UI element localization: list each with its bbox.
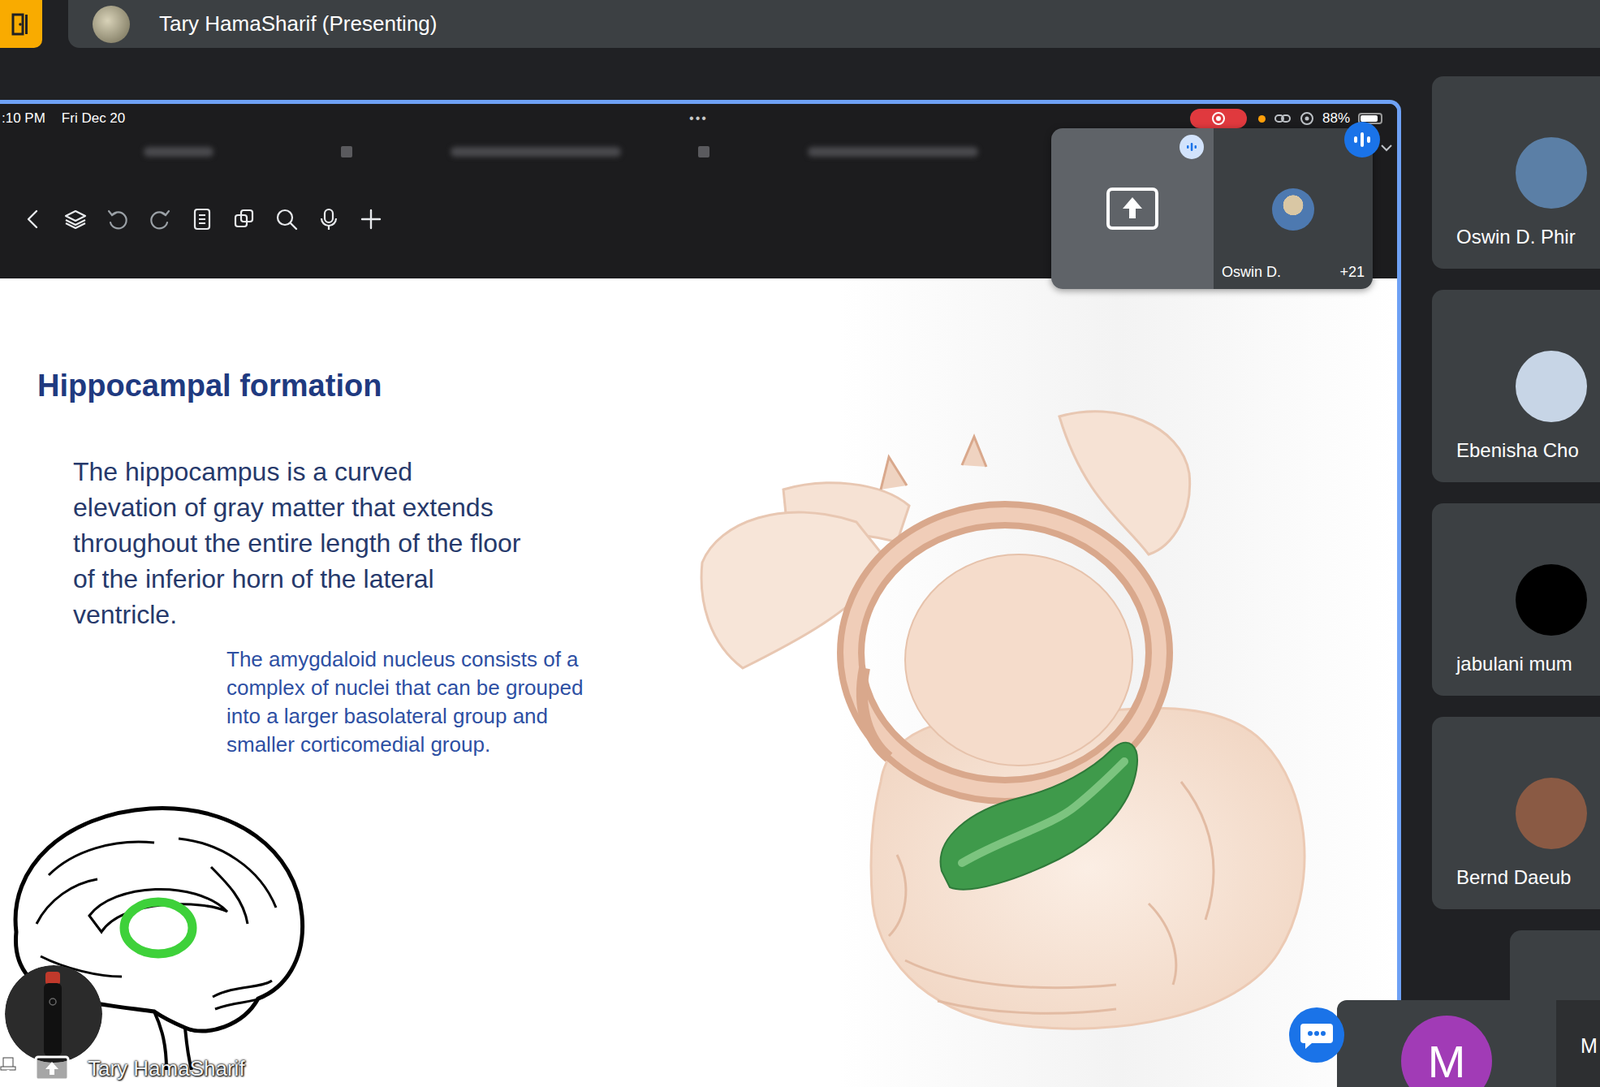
document-tab[interactable]: [714, 133, 1072, 171]
status-date: Fri Dec 20: [61, 110, 126, 127]
battery-percent: 88%: [1322, 110, 1350, 127]
mic-in-use-dot: [1258, 115, 1266, 123]
copy-icon[interactable]: [232, 207, 257, 232]
document-tab[interactable]: [0, 133, 358, 171]
status-clock: :10 PM Fri Dec 20: [0, 110, 690, 127]
bottom-tiles: MM: [1336, 1000, 1600, 1087]
chat-icon[interactable]: [1289, 1007, 1345, 1063]
tab-close-icon[interactable]: [698, 146, 710, 158]
participant-tile[interactable]: Oswin D. Phir: [1431, 76, 1600, 269]
participant-tile[interactable]: M: [1336, 1000, 1557, 1087]
participant-name: Bernd Daeub: [1456, 865, 1571, 890]
meet-floating-panel[interactable]: Oswin D. +21: [1051, 128, 1373, 289]
participant-name: Oswin D. Phir: [1456, 224, 1576, 250]
presentation-slide: Hippocampal formation The hippocampus is …: [0, 278, 1398, 1087]
participant-avatar: [1515, 564, 1588, 636]
document-icon[interactable]: [189, 207, 215, 232]
participant-tile[interactable]: M: [1556, 1000, 1600, 1087]
plus-icon[interactable]: [358, 207, 384, 232]
microphone-photo-icon: [4, 965, 103, 1063]
participant-name: Oswin D.: [1221, 263, 1281, 281]
slide-title: Hippocampal formation: [37, 366, 1398, 406]
audio-level-icon: [1344, 121, 1381, 158]
record-icon: [1211, 111, 1226, 126]
link-icon: [1273, 112, 1292, 126]
presenter-video: [4, 965, 103, 1063]
redo-icon[interactable]: [147, 207, 173, 232]
participant-avatar: [1515, 137, 1588, 209]
blurred-tab-label: [143, 146, 214, 157]
participant-initial: M: [1401, 1015, 1493, 1087]
undo-icon[interactable]: [105, 207, 130, 232]
door-icon: [10, 12, 32, 37]
participant-avatar: [1515, 777, 1588, 850]
body-line: The hippocampus is a curved: [73, 453, 1398, 490]
share-screen-icon[interactable]: [1105, 186, 1160, 231]
note-line: The amygdaloid nucleus consists of a: [226, 645, 1398, 674]
present-screen-icon[interactable]: [34, 1054, 70, 1083]
collapse-chevron-icon[interactable]: [1380, 142, 1393, 153]
participant-name: Ebenisha Cho: [1456, 438, 1579, 463]
status-time: :10 PM: [1, 110, 46, 127]
participant-tile[interactable]: jabulani mum: [1431, 503, 1600, 696]
participant-count: +21: [1339, 263, 1365, 281]
blurred-tab-label: [450, 146, 622, 157]
participant-sidebar: Oswin D. Phir Ebenisha Cho jabulani mum Ber…: [1431, 76, 1600, 1028]
presenting-tile: [1051, 128, 1214, 289]
participant-tile[interactable]: Bernd Daeub: [1431, 716, 1600, 910]
participant-footer: Oswin D. +21: [1213, 263, 1373, 281]
presenter-controls: Tary HamaSharif: [0, 1054, 251, 1083]
hippocampus-illustration: [694, 400, 1328, 1034]
recording-indicator: [1190, 108, 1247, 129]
presenter-self-view: Tary HamaSharif: [0, 965, 341, 1087]
tab-close-icon[interactable]: [340, 146, 353, 158]
presenting-label: Tary HamaSharif (Presenting): [159, 11, 437, 37]
participant-avatar: [1272, 188, 1315, 231]
presenting-banner: Tary HamaSharif (Presenting): [68, 0, 1600, 48]
top-bar: Tary HamaSharif (Presenting): [0, 0, 1600, 49]
shared-screen: :10 PM Fri Dec 20 ••• 88% Hippocampal format…: [0, 99, 1402, 1087]
meet-window: Tary HamaSharif (Presenting) :10 PM Fri De…: [0, 0, 1600, 1087]
battery-fill: [1360, 115, 1378, 122]
participant-avatar: [1515, 350, 1588, 423]
pin-icon[interactable]: [0, 1056, 17, 1081]
document-tab[interactable]: [357, 133, 715, 171]
back-icon[interactable]: [21, 207, 46, 232]
stage: :10 PM Fri Dec 20 ••• 88% Hippocampal format…: [0, 48, 1600, 1087]
presenter-name: Tary HamaSharif: [87, 1056, 251, 1082]
participant-name: M: [1580, 1034, 1598, 1058]
leave-icon[interactable]: [0, 0, 43, 48]
presenter-avatar: [92, 5, 130, 44]
multitask-dots[interactable]: •••: [689, 111, 708, 126]
microphone-icon[interactable]: [316, 207, 341, 232]
participant-tile[interactable]: Ebenisha Cho: [1431, 289, 1600, 483]
location-icon: [1299, 111, 1315, 126]
note-line: complex of nuclei that can be grouped: [226, 673, 1398, 703]
search-icon[interactable]: [274, 207, 299, 232]
participant-name: jabulani mum: [1456, 651, 1573, 677]
speaking-indicator-icon: [1179, 134, 1204, 160]
body-line: elevation of gray matter that extends: [73, 489, 1398, 526]
blurred-tab-label: [807, 146, 979, 157]
layers-icon[interactable]: [63, 207, 88, 232]
status-indicators: 88%: [707, 108, 1398, 129]
